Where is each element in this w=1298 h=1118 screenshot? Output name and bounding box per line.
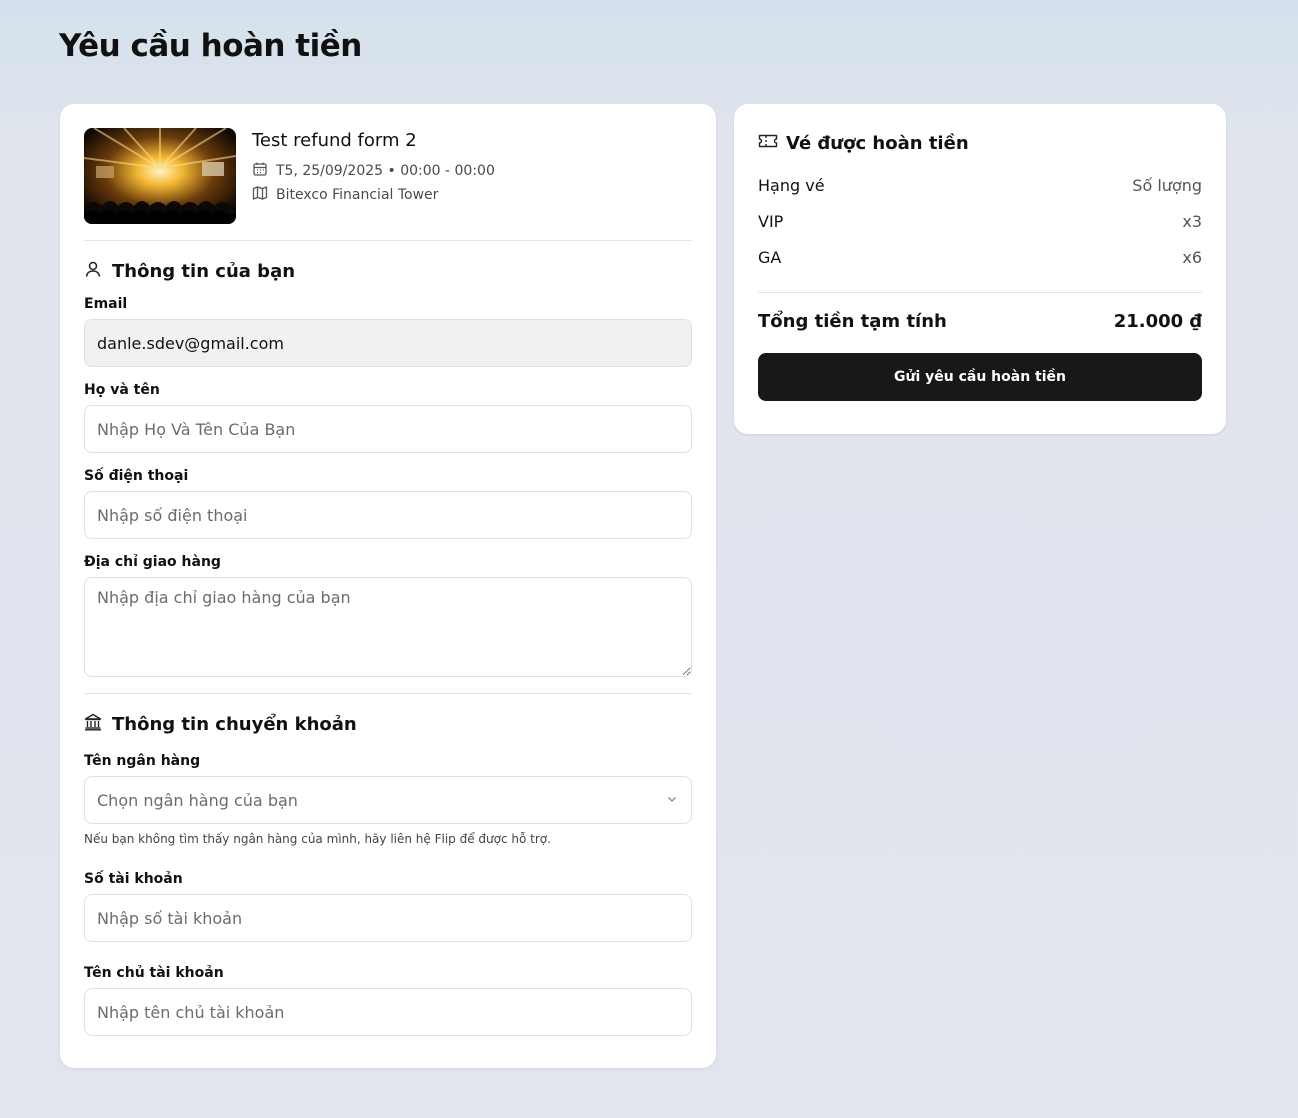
summary-heading: Vé được hoàn tiền (758, 132, 969, 155)
total-row: Tổng tiền tạm tính 21.000 ₫ (758, 311, 1202, 332)
phone-input[interactable] (84, 491, 692, 539)
total-label: Tổng tiền tạm tính (758, 311, 947, 332)
ticket-row: GA x6 (758, 248, 1202, 267)
submit-refund-button[interactable]: Gửi yêu cầu hoàn tiền (758, 353, 1202, 401)
bank-info-heading: Thông tin chuyển khoản (84, 713, 357, 736)
ticket-icon (758, 132, 786, 155)
divider (84, 240, 692, 241)
ticket-type: GA (758, 248, 782, 267)
ticket-qty: x3 (1182, 212, 1202, 231)
bank-help-text: Nếu bạn không tìm thấy ngân hàng của mìn… (84, 832, 551, 846)
event-date: T5, 25/09/2025 • 00:00 - 00:00 (252, 161, 495, 181)
refund-summary-card: Vé được hoàn tiền Hạng vé Số lượng VIP x… (734, 104, 1226, 434)
email-field[interactable] (84, 319, 692, 367)
email-label: Email (84, 296, 128, 312)
full-name-label: Họ và tên (84, 382, 160, 398)
ticket-qty: x6 (1182, 248, 1202, 267)
bank-select[interactable]: Chọn ngân hàng của bạn (84, 776, 692, 824)
divider (84, 693, 692, 694)
total-value: 21.000 ₫ (1113, 311, 1202, 332)
account-holder-label: Tên chủ tài khoản (84, 965, 224, 981)
divider (758, 292, 1202, 293)
user-icon (84, 260, 112, 283)
ticket-type: VIP (758, 212, 784, 231)
bank-icon (84, 713, 112, 736)
personal-info-heading: Thông tin của bạn (84, 260, 295, 283)
refund-form-card: Test refund form 2 T5, 25/09/2025 • 00:0… (60, 104, 716, 1068)
event-image (84, 128, 236, 224)
event-venue-name: Bitexco Financial Tower (276, 187, 439, 203)
ticket-type-column: Hạng vé (758, 176, 825, 195)
page-title: Yêu cầu hoàn tiền (59, 28, 362, 64)
calendar-icon (252, 161, 276, 181)
full-name-input[interactable] (84, 405, 692, 453)
bank-name-label: Tên ngân hàng (84, 753, 201, 769)
event-datetime: T5, 25/09/2025 • 00:00 - 00:00 (276, 163, 495, 179)
account-holder-input[interactable] (84, 988, 692, 1036)
quantity-column: Số lượng (1132, 176, 1202, 195)
account-number-label: Số tài khoản (84, 871, 183, 887)
address-textarea[interactable] (84, 577, 692, 677)
event-name: Test refund form 2 (252, 130, 417, 151)
ticket-row: VIP x3 (758, 212, 1202, 231)
bank-select-value: Chọn ngân hàng của bạn (97, 790, 298, 810)
event-venue: Bitexco Financial Tower (252, 185, 438, 205)
address-label: Địa chỉ giao hàng (84, 554, 221, 570)
summary-header-row: Hạng vé Số lượng (758, 176, 1202, 195)
chevron-down-icon (665, 791, 679, 810)
account-number-input[interactable] (84, 894, 692, 942)
map-icon (252, 185, 276, 205)
phone-label: Số điện thoại (84, 468, 189, 484)
